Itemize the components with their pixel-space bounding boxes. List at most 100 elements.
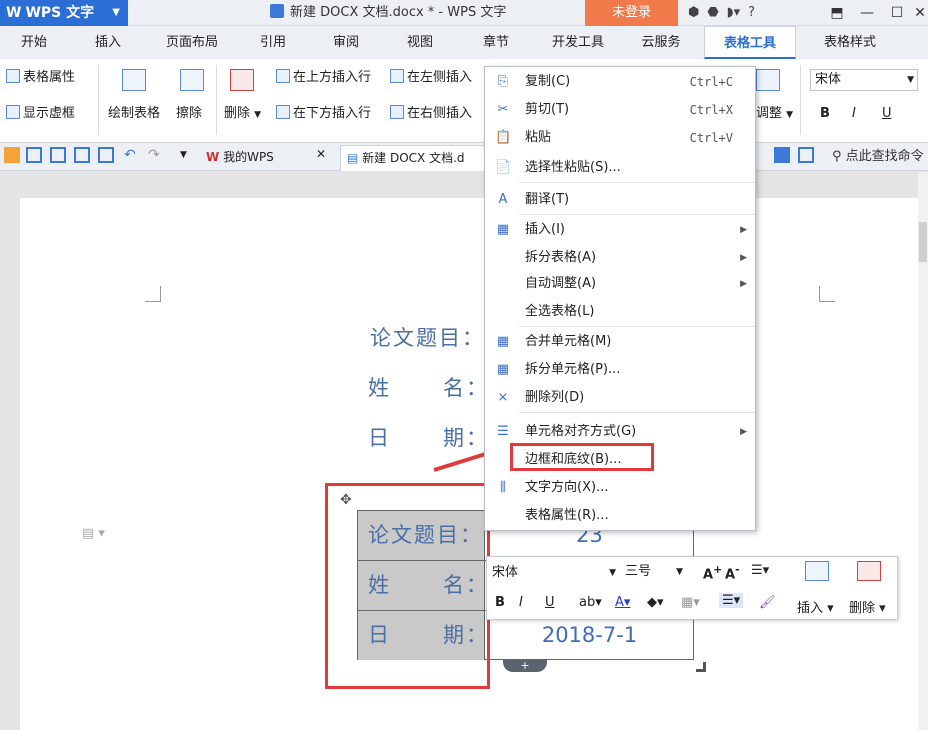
mini-bold-button[interactable]: B xyxy=(495,595,505,610)
align-icon[interactable]: ☰▾ xyxy=(719,593,744,608)
bold-button[interactable]: B xyxy=(820,105,830,123)
print-preview-icon[interactable] xyxy=(98,147,114,163)
tab-developer[interactable]: 开发工具 xyxy=(540,26,616,59)
insert-row-above-button[interactable]: 在上方插入行 xyxy=(276,69,371,87)
tab-review[interactable]: 审阅 xyxy=(318,26,374,59)
menu-item-copy[interactable]: ⎘ 复制(C) Ctrl+C xyxy=(485,69,755,95)
tab-insert[interactable]: 插入 xyxy=(80,26,136,59)
shrink-font-button[interactable]: A- xyxy=(725,563,740,582)
insert-column-right-button[interactable]: 在右侧插入 xyxy=(390,105,472,123)
menu-item-label: 插入(I) xyxy=(525,222,565,237)
minimize-icon[interactable]: — xyxy=(852,0,882,26)
underline-button[interactable]: U xyxy=(882,105,892,123)
tab-table-tools[interactable]: 表格工具 xyxy=(704,26,796,59)
print-icon[interactable] xyxy=(74,147,90,163)
menu-item-translate[interactable]: A 翻译(T) xyxy=(485,187,755,213)
font-color-icon[interactable]: A▾ xyxy=(615,595,630,610)
help-button[interactable]: ? xyxy=(748,5,755,20)
open-icon[interactable] xyxy=(4,147,20,163)
export-pdf-icon[interactable] xyxy=(50,147,66,163)
wps-menu-button[interactable]: W WPS 文字 ▼ xyxy=(0,0,128,26)
menu-item-label: 拆分单元格(P)... xyxy=(525,362,621,377)
cloud-icon[interactable] xyxy=(798,147,814,163)
scrollbar-thumb[interactable] xyxy=(919,222,927,262)
menu-item-paste[interactable]: 📋 粘贴 Ctrl+V xyxy=(485,125,755,151)
table-properties-button[interactable]: 表格属性 xyxy=(6,69,75,87)
translate-icon: A xyxy=(498,192,508,207)
tab-cloud[interactable]: 云服务 xyxy=(628,26,694,59)
tab-page-layout[interactable]: 页面布局 xyxy=(152,26,232,59)
font-family-select[interactable]: 宋体 ▼ xyxy=(810,69,918,91)
insert-row-above-icon xyxy=(276,69,290,83)
delete-button[interactable]: 删除 ▼ xyxy=(224,105,261,124)
format-painter-icon[interactable]: 🖌 xyxy=(759,595,776,610)
login-button[interactable]: 未登录 xyxy=(585,0,678,26)
menu-item-auto-fit[interactable]: 自动调整(A) ▶ xyxy=(485,271,755,297)
adjust-button[interactable]: 调整 ▼ xyxy=(756,105,793,124)
mini-font-select[interactable]: 宋体 ▼ xyxy=(491,561,621,583)
show-gridlines-button[interactable]: 显示虚框 xyxy=(6,105,75,123)
menu-item-paste-special[interactable]: 📄 选择性粘贴(S)... xyxy=(485,155,755,181)
undo-icon[interactable]: ↶ xyxy=(124,147,140,163)
menu-item-text-direction[interactable]: ⫼ 文字方向(X)... xyxy=(485,475,755,501)
insert-row-below-button[interactable]: 在下方插入行 xyxy=(276,105,371,123)
highlight-color-icon[interactable]: ab▾ xyxy=(579,595,602,610)
merge-cells-icon: ▦ xyxy=(496,334,510,349)
borders-icon[interactable]: ▦▾ xyxy=(681,595,700,610)
mini-size-select[interactable]: 三号 ▼ xyxy=(625,561,683,583)
redo-icon[interactable]: ↷ xyxy=(148,147,164,163)
eraser-button[interactable]: 擦除 xyxy=(176,105,202,123)
line-spacing-icon[interactable]: ☰▾ xyxy=(751,563,769,578)
feedback-icon[interactable]: ◗▾ xyxy=(727,5,740,20)
insert-column-left-button[interactable]: 在左侧插入 xyxy=(390,69,472,87)
skin-icon[interactable]: ⬢ xyxy=(688,5,699,20)
tab-references[interactable]: 引用 xyxy=(248,26,298,59)
document-title: 新建 DOCX 文档.docx * - WPS 文字 xyxy=(270,0,506,26)
grow-font-button[interactable]: A+ xyxy=(703,563,722,582)
italic-button[interactable]: I xyxy=(852,105,856,123)
menu-item-delete-column[interactable]: ⨯ 删除列(D) xyxy=(485,385,755,411)
ribbon-toggle-icon[interactable]: ⬒ xyxy=(822,0,852,26)
tab-table-style[interactable]: 表格样式 xyxy=(804,26,896,59)
margin-corner-mark xyxy=(819,286,835,302)
maximize-icon[interactable]: ☐ xyxy=(882,0,912,26)
mini-insert-button[interactable]: 插入 ▾ xyxy=(797,597,834,616)
chevron-down-icon: ▼ xyxy=(907,75,914,85)
menu-item-label: 选择性粘贴(S)... xyxy=(525,160,621,175)
menu-separator xyxy=(519,326,755,327)
table-resize-handle[interactable] xyxy=(696,662,706,672)
mini-underline-button[interactable]: U xyxy=(545,595,555,610)
save-icon[interactable] xyxy=(26,147,42,163)
close-tab-icon[interactable]: ✕ xyxy=(316,147,332,163)
menu-item-cut[interactable]: ✂ 剪切(T) Ctrl+X xyxy=(485,97,755,123)
shading-icon[interactable]: ◆▾ xyxy=(647,595,664,610)
doc-line-name: 姓 名： xyxy=(368,376,490,400)
menu-item-insert[interactable]: ▦ 插入(I) ▶ xyxy=(485,217,755,243)
tab-home[interactable]: 开始 xyxy=(4,26,64,59)
menu-item-merge-cells[interactable]: ▦ 合并单元格(M) xyxy=(485,329,755,355)
menu-item-table-properties[interactable]: 表格属性(R)... xyxy=(485,503,755,529)
menu-item-split-cells[interactable]: ▦ 拆分单元格(P)... xyxy=(485,357,755,383)
draw-table-button[interactable]: 绘制表格 xyxy=(108,105,160,123)
ribbon-divider xyxy=(216,65,217,135)
tab-my-wps[interactable]: W 我的WPS xyxy=(200,145,280,171)
mini-delete-button[interactable]: 删除 ▾ xyxy=(849,597,886,616)
menu-item-split-table[interactable]: 拆分表格(A) ▶ xyxy=(485,245,755,271)
settings-icon[interactable]: ⬣ xyxy=(707,5,718,20)
tab-chapter[interactable]: 章节 xyxy=(468,26,524,59)
menu-item-select-table[interactable]: 全选表格(L) xyxy=(485,299,755,325)
command-search[interactable]: ⚲ 点此查找命令 xyxy=(832,146,924,168)
insert-row-below-icon xyxy=(276,105,290,119)
tab-document[interactable]: ▤ 新建 DOCX 文档.d xyxy=(340,145,486,171)
share-icon[interactable] xyxy=(774,147,790,163)
tab-view[interactable]: 视图 xyxy=(392,26,448,59)
chevron-down-icon: ▼ xyxy=(112,7,120,18)
paragraph-options-icon[interactable]: ▤ ▾ xyxy=(82,526,105,541)
add-row-button[interactable]: + xyxy=(503,660,547,672)
mini-italic-button[interactable]: I xyxy=(519,595,523,610)
close-icon[interactable]: ✕ xyxy=(912,0,928,26)
vertical-scrollbar[interactable] xyxy=(918,172,928,730)
menu-separator xyxy=(519,214,755,215)
chevron-down-icon[interactable]: ▼ xyxy=(180,150,196,166)
menu-item-cell-alignment[interactable]: ☰ 单元格对齐方式(G) ▶ xyxy=(485,419,755,445)
